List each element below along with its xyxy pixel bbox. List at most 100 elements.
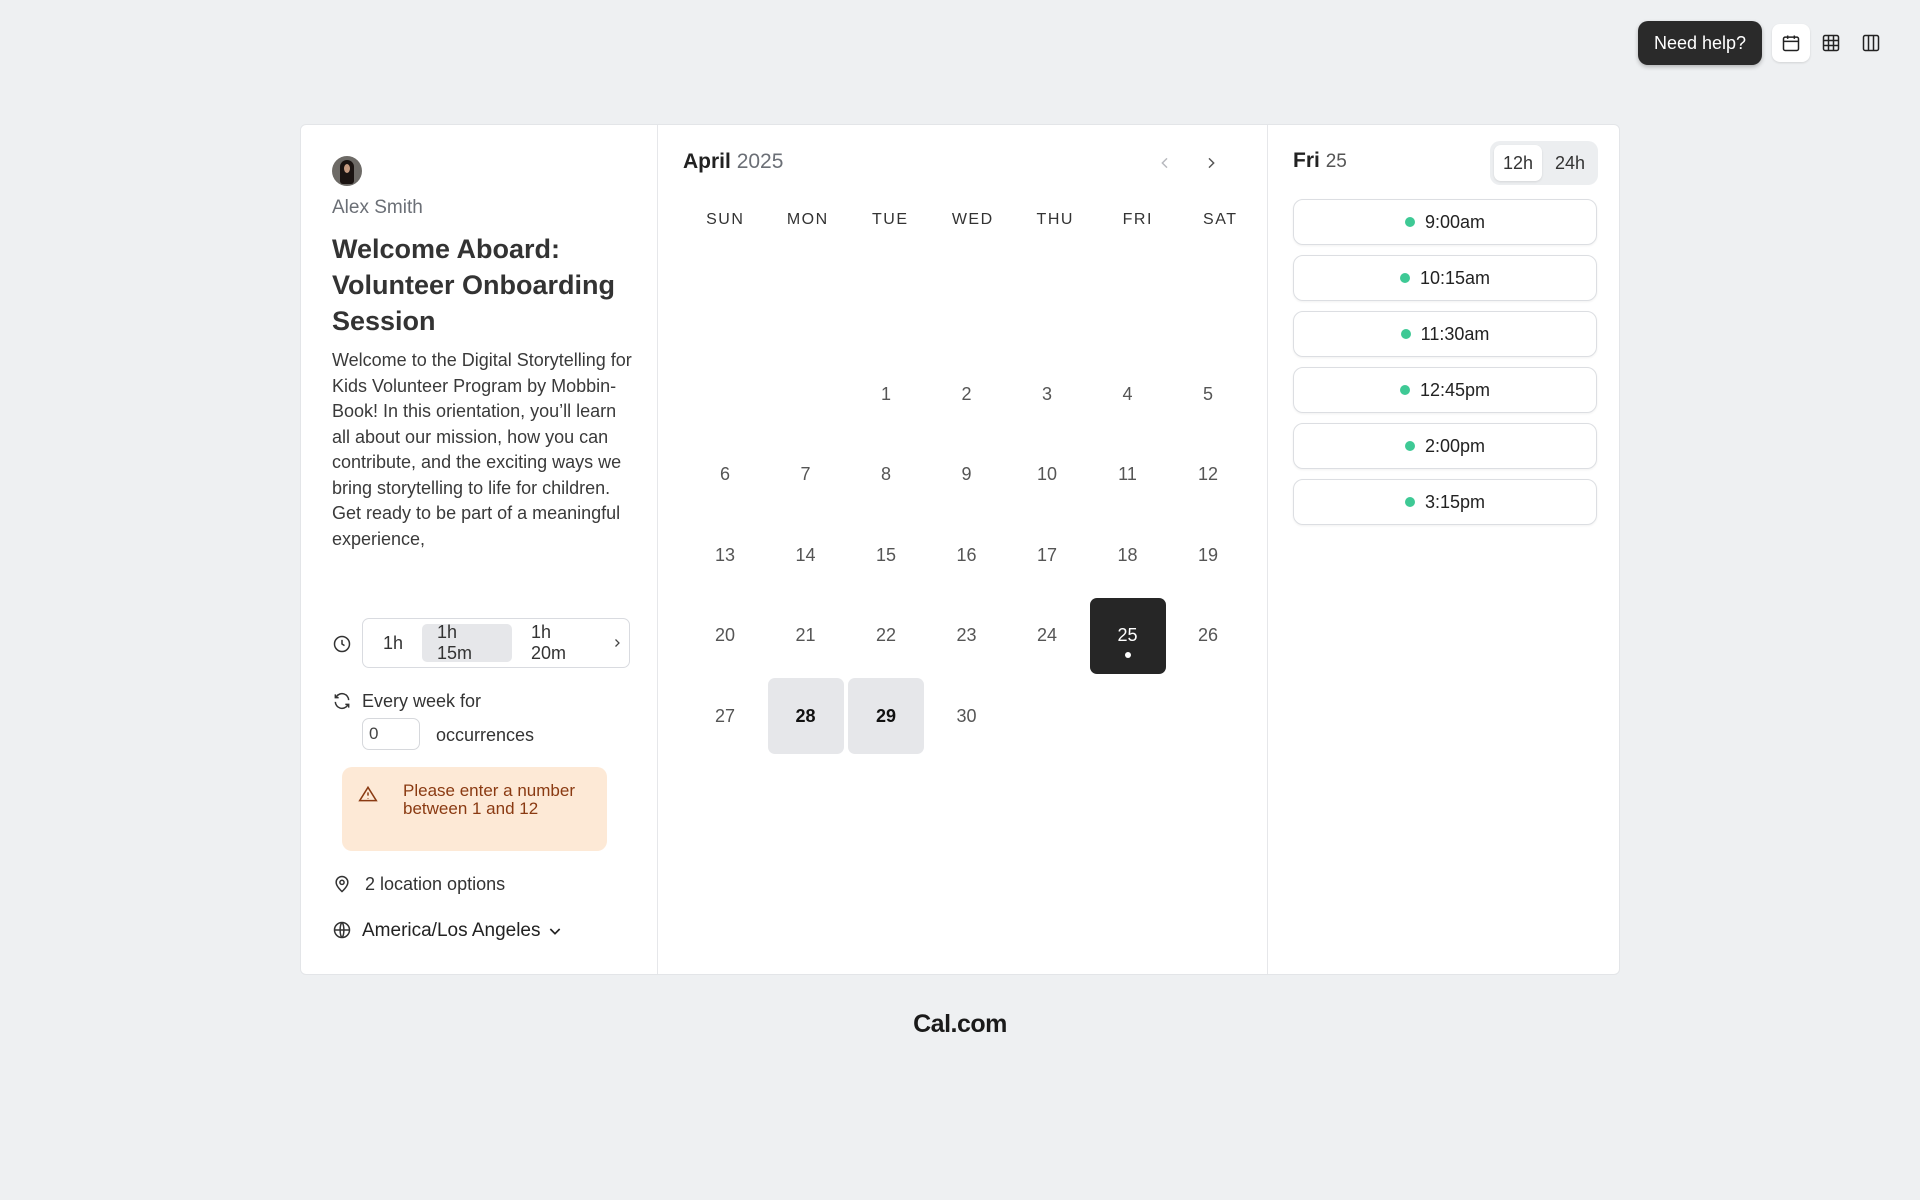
calendar-day: 6	[719, 464, 730, 484]
calendar-day: 30	[956, 705, 977, 726]
event-description: Welcome to the Digital Storytelling for …	[332, 350, 632, 549]
weekday-label: TUE	[872, 211, 909, 228]
chevron-right-icon	[1208, 157, 1215, 169]
chevron-left-icon	[1161, 157, 1168, 169]
need-help-button[interactable]: Need help?	[1638, 21, 1762, 65]
time-slot-list: 9:00am 10:15am 11:30am 12:45pm 2:00pm 3:…	[1293, 199, 1597, 535]
time-slot-button[interactable]: 9:00am	[1293, 199, 1597, 245]
occurrences-input[interactable]	[362, 718, 420, 750]
warning-text: Please enter a number between 1 and 12	[403, 781, 575, 818]
calendar-day: 13	[714, 544, 736, 565]
calendar-day: 12	[1197, 464, 1219, 484]
time-slot-label: 3:15pm	[1424, 491, 1486, 512]
calendar-day: 24	[1036, 625, 1058, 645]
repeat-icon	[334, 692, 350, 710]
view-toggle	[1772, 21, 1898, 65]
selected-date: Fri 25	[1293, 149, 1347, 173]
weekday-label: MON	[786, 211, 829, 228]
calendar-day: 19	[1197, 544, 1219, 565]
chevron-down-icon	[549, 928, 560, 935]
available-dot	[1399, 273, 1410, 283]
time-slot-panel: Fri 25 12h 24h 9:00am 10:15am 11:30am 12…	[1268, 125, 1619, 974]
calendar-day: 26	[1197, 625, 1219, 645]
calendar-day[interactable]: 28	[767, 678, 844, 754]
calendar-day: 4	[1122, 383, 1133, 404]
month-view-button[interactable]	[1772, 24, 1810, 62]
event-title: Welcome Aboard: Volunteer Onboarding Ses…	[332, 234, 615, 336]
map-pin-icon	[335, 875, 349, 893]
duration-selector: 1h 1h 15m 1h 20m	[362, 618, 630, 668]
calendar-day: 16	[956, 544, 977, 565]
timezone-select[interactable]: America/Los Angeles	[362, 920, 563, 942]
selected-weekday: Fri	[1293, 149, 1320, 172]
available-dot	[1124, 651, 1131, 658]
weekday-label: THU	[1036, 211, 1074, 228]
calendar-day: 18	[1117, 544, 1138, 565]
time-slot-button[interactable]: 3:15pm	[1293, 479, 1597, 525]
weekday-label: SAT	[1203, 211, 1238, 228]
available-dot	[1404, 441, 1415, 451]
duration-option[interactable]: 1h	[368, 624, 418, 662]
columns-icon	[1862, 34, 1880, 52]
calendar-day: 17	[1036, 544, 1058, 565]
calendar-panel: April 2025 SUN MON TUE WED THU FRI SAT 1…	[658, 125, 1268, 974]
available-dot	[1399, 385, 1410, 395]
calendar-day: 8	[880, 464, 891, 484]
validation-warning: Please enter a number between 1 and 12	[342, 767, 607, 851]
calendar-icon	[1782, 35, 1800, 52]
host-name: Alex Smith	[332, 197, 423, 218]
time-slot-label: 9:00am	[1424, 211, 1486, 232]
time-format-toggle: 12h 24h	[1490, 141, 1598, 185]
globe-icon	[333, 921, 351, 939]
calendar-day: 9	[961, 464, 972, 484]
calendar-day: 1	[880, 383, 891, 404]
selected-day-number: 25	[1325, 151, 1347, 172]
time-slot-button[interactable]: 2:00pm	[1293, 423, 1597, 469]
weekday-label: FRI	[1122, 211, 1153, 228]
calendar-day: 10	[1036, 464, 1058, 484]
calendar-day: 2	[961, 383, 972, 404]
calendar-day: 22	[875, 625, 897, 645]
time-slot-button[interactable]: 12:45pm	[1293, 367, 1597, 413]
booking-card: Alex Smith Welcome Aboard: Volunteer Onb…	[300, 124, 1620, 975]
recurring-label: Every week for	[362, 691, 482, 711]
available-dot	[1400, 329, 1411, 339]
format-12h-button[interactable]: 12h	[1494, 145, 1542, 181]
clock-icon	[333, 635, 351, 653]
calendar-day: 3	[1041, 383, 1052, 404]
available-dot	[1404, 217, 1415, 227]
chevron-right-icon[interactable]	[610, 637, 624, 649]
warning-icon	[358, 785, 378, 802]
location-options: 2 location options	[365, 874, 506, 894]
calendar-day: 23	[956, 625, 977, 645]
time-slot-label: 11:30am	[1420, 323, 1490, 344]
calendar-day: 27	[714, 705, 736, 726]
weekday-label: WED	[951, 211, 994, 228]
year: 2025	[736, 150, 784, 173]
format-24h-button[interactable]: 24h	[1546, 145, 1594, 181]
weekday-label: SUN	[706, 211, 745, 228]
time-slot-label: 10:15am	[1419, 267, 1491, 288]
time-slot-label: 12:45pm	[1419, 379, 1491, 400]
calendar-day[interactable]: 29	[848, 678, 924, 754]
column-view-button[interactable]	[1852, 24, 1890, 62]
duration-option-selected[interactable]: 1h 15m	[422, 622, 513, 663]
month-name: April	[683, 150, 731, 173]
brand-logo: Cal.com	[913, 1010, 1007, 1038]
weekday-header: SUN MON TUE WED THU FRI SAT	[684, 211, 1262, 229]
event-info-panel: Alex Smith Welcome Aboard: Volunteer Onb…	[301, 125, 658, 974]
calendar-day-selected[interactable]: 25	[1089, 597, 1166, 674]
calendar-day: 14	[795, 544, 816, 565]
timezone-label: America/Los Angeles	[362, 920, 541, 941]
available-dot	[1404, 497, 1415, 507]
month-title: April 2025	[683, 150, 783, 174]
calendar-day: 21	[795, 625, 816, 645]
occurrences-label: occurrences	[436, 725, 535, 745]
prev-month-button[interactable]	[1153, 151, 1177, 175]
calendar-day: 5	[1202, 383, 1213, 404]
time-slot-button[interactable]: 10:15am	[1293, 255, 1597, 301]
time-slot-button[interactable]: 11:30am	[1293, 311, 1597, 357]
duration-option[interactable]: 1h 20m	[516, 622, 606, 663]
next-month-button[interactable]	[1199, 151, 1223, 175]
weekly-view-button[interactable]	[1812, 24, 1850, 62]
